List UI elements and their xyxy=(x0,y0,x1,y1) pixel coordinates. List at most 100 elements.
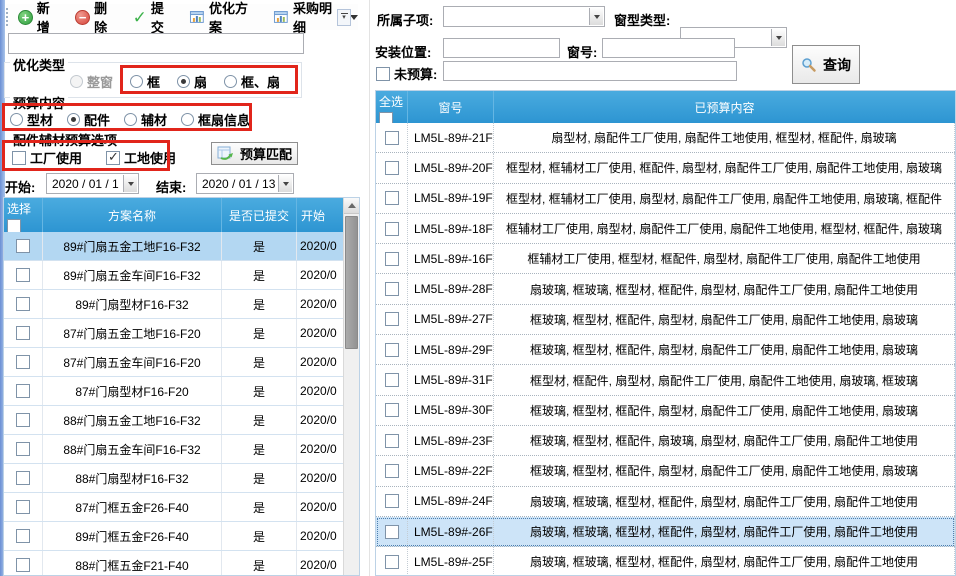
row-checkbox[interactable] xyxy=(16,500,30,514)
table-row[interactable]: 88#门扇五金工地F16-F32 是 2020/0 xyxy=(4,406,359,435)
table-row[interactable]: LM5L-89#-27F25 框玻璃, 框型材, 框配件, 扇型材, 扇配件工厂… xyxy=(376,305,955,335)
row-checkbox[interactable] xyxy=(385,312,399,326)
radio-sash[interactable]: 扇 xyxy=(177,72,207,91)
submit-button[interactable]: ✓ 提交 xyxy=(133,0,177,36)
row-checkbox[interactable] xyxy=(385,494,399,508)
table-row[interactable]: 87#门扇五金工地F16-F20 是 2020/0 xyxy=(4,319,359,348)
table-row[interactable]: LM5L-89#-22F20 框玻璃, 框型材, 框配件, 扇型材, 扇配件工厂… xyxy=(376,456,955,486)
window-type-dropdown-button[interactable] xyxy=(771,29,785,46)
row-checkbox[interactable] xyxy=(385,222,399,236)
checkbox-factory-use[interactable]: 工厂使用 xyxy=(12,148,82,167)
radio-accessory[interactable]: 配件 xyxy=(67,110,110,129)
delete-button[interactable]: − 删除 xyxy=(75,0,119,36)
scrollbar-up-arrow[interactable] xyxy=(344,198,359,214)
budget-match-button[interactable]: 预算匹配 xyxy=(211,142,298,165)
start-date-picker[interactable]: 2020 / 01 / 1 xyxy=(46,173,139,194)
row-checkbox[interactable] xyxy=(16,326,30,340)
window-no-input[interactable] xyxy=(602,38,735,58)
row-checkbox[interactable] xyxy=(385,343,399,357)
toolbar-overflow-button[interactable]: ▾ xyxy=(337,9,351,26)
row-checkbox[interactable] xyxy=(16,355,30,369)
row-checkbox[interactable] xyxy=(385,555,399,569)
budgeted-content-column-header[interactable]: 已预算内容 xyxy=(494,91,955,123)
toolbar-grip-handle[interactable] xyxy=(6,8,9,26)
checkbox-unbudgeted[interactable]: 未预算: xyxy=(376,64,437,83)
table-row[interactable]: LM5L-89#-21F19 扇型材, 扇配件工厂使用, 扇配件工地使用, 框型… xyxy=(376,123,955,153)
row-checkbox[interactable] xyxy=(385,373,399,387)
radio-frame[interactable]: 框 xyxy=(130,72,160,91)
delete-button-label: 删除 xyxy=(94,0,120,36)
window-no-column-header[interactable]: 窗号 xyxy=(408,91,494,123)
plan-table-scrollbar[interactable] xyxy=(343,198,359,575)
sub-item-dropdown-button[interactable] xyxy=(589,8,603,25)
sub-item-combo[interactable] xyxy=(443,6,605,27)
table-row[interactable]: 87#门扇五金车间F16-F20 是 2020/0 xyxy=(4,348,359,377)
end-date-picker[interactable]: 2020 / 01 / 13 xyxy=(196,173,294,194)
select-all-checkbox[interactable] xyxy=(7,219,21,232)
table-row[interactable]: LM5L-89#-31F29 框型材, 框配件, 扇型材, 扇配件工厂使用, 扇… xyxy=(376,365,955,395)
table-row[interactable]: LM5L-89#-30F28 框玻璃, 框型材, 框配件, 扇型材, 扇配件工厂… xyxy=(376,396,955,426)
row-checkbox[interactable] xyxy=(16,297,30,311)
query-button[interactable]: 查询 xyxy=(792,45,860,84)
window-no-cell: LM5L-89#-27F25 xyxy=(408,305,494,334)
window-no-cell: LM5L-89#-21F19 xyxy=(408,123,494,152)
table-row[interactable]: LM5L-89#-19F17 框型材, 框辅材工厂使用, 扇型材, 扇配件工厂使… xyxy=(376,184,955,214)
table-row[interactable]: LM5L-89#-24F22 扇玻璃, 框玻璃, 框型材, 框配件, 扇型材, … xyxy=(376,487,955,517)
end-date-dropdown-button[interactable] xyxy=(278,175,292,192)
table-row[interactable]: 88#门扇五金车间F16-F32 是 2020/0 xyxy=(4,435,359,464)
budgeted-content-cell: 框辅材工厂使用, 框型材, 框配件, 扇型材, 扇配件工厂使用, 扇配件工地使用 xyxy=(494,244,955,273)
window-no-cell: LM5L-89#-28F26 xyxy=(408,274,494,303)
table-row[interactable]: 89#门扇五金车间F16-F32 是 2020/0 xyxy=(4,261,359,290)
submitted-column-header[interactable]: 是否已提交 xyxy=(222,198,297,232)
optimize-plan-button[interactable]: 优化方案 xyxy=(189,0,260,36)
table-row[interactable]: 89#门扇型材F16-F32 是 2020/0 xyxy=(4,290,359,319)
row-checkbox[interactable] xyxy=(385,191,399,205)
row-checkbox[interactable] xyxy=(385,161,399,175)
unbudgeted-input[interactable] xyxy=(443,61,737,81)
checkbox-site-use[interactable]: 工地使用 xyxy=(106,148,176,167)
table-row[interactable]: LM5L-89#-25F23 扇玻璃, 框玻璃, 框型材, 框配件, 扇型材, … xyxy=(376,547,955,576)
row-checkbox[interactable] xyxy=(16,471,30,485)
submitted-cell: 是 xyxy=(222,377,297,405)
row-checkbox[interactable] xyxy=(16,239,30,253)
table-row[interactable]: 87#门框五金F26-F40 是 2020/0 xyxy=(4,493,359,522)
table-row[interactable]: 89#门框五金F26-F40 是 2020/0 xyxy=(4,522,359,551)
row-checkbox[interactable] xyxy=(385,525,399,539)
scrollbar-thumb[interactable] xyxy=(345,216,358,349)
plan-filter-input[interactable] xyxy=(8,33,304,54)
row-checkbox[interactable] xyxy=(16,268,30,282)
row-checkbox[interactable] xyxy=(16,529,30,543)
table-row-highlighted[interactable]: LM5L-89#-26F24 扇玻璃, 框玻璃, 框型材, 框配件, 扇型材, … xyxy=(376,517,955,547)
table-row[interactable]: 87#门扇型材F16-F20 是 2020/0 xyxy=(4,377,359,406)
row-checkbox[interactable] xyxy=(385,131,399,145)
add-button[interactable]: + 新增 xyxy=(18,0,62,36)
table-row[interactable]: 88#门扇型材F16-F32 是 2020/0 xyxy=(4,464,359,493)
row-checkbox[interactable] xyxy=(16,558,30,572)
table-row[interactable]: LM5L-89#-29F27 框玻璃, 框型材, 框配件, 扇型材, 扇配件工厂… xyxy=(376,335,955,365)
table-row[interactable]: LM5L-89#-20F18 框型材, 框辅材工厂使用, 框配件, 扇型材, 扇… xyxy=(376,153,955,183)
row-checkbox[interactable] xyxy=(385,403,399,417)
row-checkbox[interactable] xyxy=(16,413,30,427)
row-checkbox[interactable] xyxy=(385,464,399,478)
row-checkbox[interactable] xyxy=(385,434,399,448)
radio-whole-window[interactable]: 整窗 xyxy=(70,72,113,91)
panel-splitter[interactable] xyxy=(369,0,370,576)
row-checkbox[interactable] xyxy=(385,252,399,266)
start-date-dropdown-button[interactable] xyxy=(123,175,137,192)
table-row[interactable]: 88#门框五金F21-F40 是 2020/0 xyxy=(4,551,359,576)
row-checkbox[interactable] xyxy=(16,384,30,398)
row-checkbox[interactable] xyxy=(385,282,399,296)
table-row[interactable]: LM5L-89#-18F16 框辅材工厂使用, 扇型材, 扇配件工厂使用, 扇配… xyxy=(376,214,955,244)
radio-frame-sash[interactable]: 框、扇 xyxy=(224,72,280,91)
table-row[interactable]: LM5L-89#-23F21 框玻璃, 框型材, 框配件, 扇玻璃, 扇型材, … xyxy=(376,426,955,456)
radio-auxiliary[interactable]: 辅材 xyxy=(124,110,167,129)
row-checkbox[interactable] xyxy=(16,442,30,456)
radio-profile[interactable]: 型材 xyxy=(10,110,53,129)
select-all-checkbox[interactable] xyxy=(379,112,393,123)
table-row[interactable]: 89#门扇五金工地F16-F32 是 2020/0 xyxy=(4,232,359,261)
table-row[interactable]: LM5L-89#-28F26 扇玻璃, 框玻璃, 框型材, 框配件, 扇型材, … xyxy=(376,274,955,304)
radio-frame-sash-info[interactable]: 框扇信息 xyxy=(181,110,250,129)
install-pos-input[interactable] xyxy=(443,38,560,58)
plan-name-column-header[interactable]: 方案名称 xyxy=(43,198,222,232)
table-row[interactable]: LM5L-89#-16F15 框辅材工厂使用, 框型材, 框配件, 扇型材, 扇… xyxy=(376,244,955,274)
